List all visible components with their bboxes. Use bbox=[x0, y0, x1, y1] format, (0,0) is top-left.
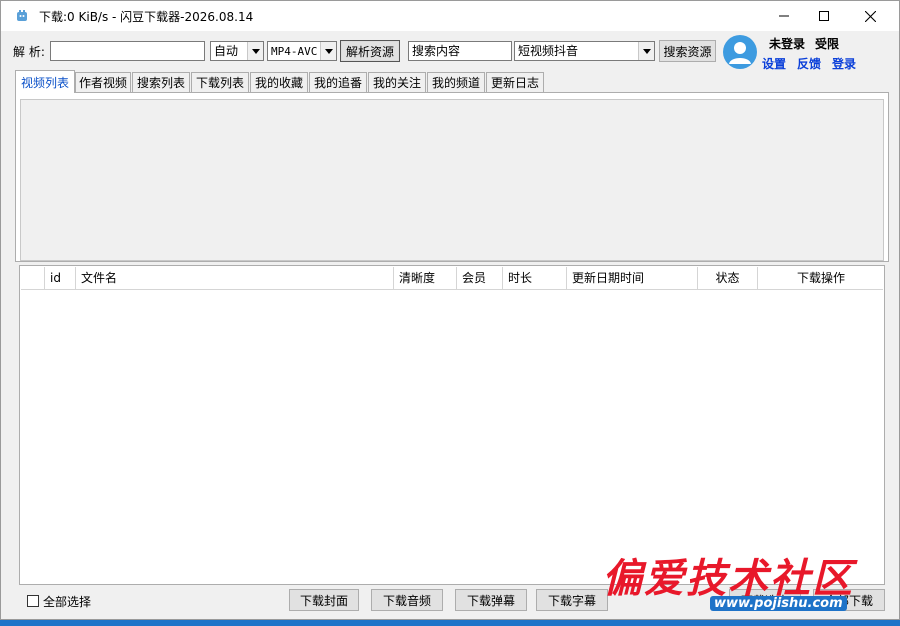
tab-author-videos[interactable]: 作者视频 bbox=[75, 72, 131, 92]
maximize-icon bbox=[819, 11, 829, 21]
app-window: 下载:0 KiB/s - 闪豆下载器-2026.08.14 解 析: 自动 MP… bbox=[0, 0, 900, 620]
download-danmaku-button[interactable]: 下载弹幕 bbox=[455, 589, 527, 611]
column-header-vip[interactable]: 会员 bbox=[457, 267, 503, 290]
quality-select[interactable]: 自动 bbox=[210, 41, 264, 61]
user-icon bbox=[729, 42, 751, 64]
tab-changelog[interactable]: 更新日志 bbox=[486, 72, 544, 92]
download-audio-button[interactable]: 下载音频 bbox=[371, 589, 443, 611]
column-header-id[interactable]: id bbox=[45, 267, 76, 290]
download-all-button[interactable]: 全部下载 bbox=[813, 589, 885, 611]
tab-download-list[interactable]: 下载列表 bbox=[191, 72, 249, 92]
url-input[interactable] bbox=[50, 41, 205, 61]
tab-my-channel[interactable]: 我的频道 bbox=[427, 72, 485, 92]
chevron-down-icon bbox=[247, 42, 263, 60]
tab-following[interactable]: 我的关注 bbox=[368, 72, 426, 92]
format-select-value: MP4-AVC bbox=[271, 45, 318, 58]
login-link[interactable]: 登录 bbox=[832, 55, 856, 72]
column-header-select[interactable] bbox=[21, 267, 45, 290]
platform-select-value: 短视频抖音 bbox=[518, 44, 579, 58]
chevron-down-icon bbox=[320, 42, 336, 60]
file-table[interactable]: id 文件名 清晰度 会员 时长 更新日期时间 状态 下载操作 bbox=[19, 265, 885, 585]
select-all-label[interactable]: 全部选择 bbox=[43, 593, 91, 610]
platform-select[interactable]: 短视频抖音 bbox=[514, 41, 655, 61]
download-cover-button[interactable]: 下载封面 bbox=[289, 589, 359, 611]
column-header-duration[interactable]: 时长 bbox=[503, 267, 567, 290]
format-select[interactable]: MP4-AVC bbox=[267, 41, 337, 61]
title-bar[interactable]: 下载:0 KiB/s - 闪豆下载器-2026.08.14 bbox=[1, 1, 899, 31]
column-header-status[interactable]: 状态 bbox=[698, 267, 758, 290]
quality-select-value: 自动 bbox=[214, 44, 239, 58]
chevron-down-icon bbox=[638, 42, 654, 60]
tab-video-list[interactable]: 视频列表 bbox=[15, 70, 75, 93]
select-all-checkbox[interactable] bbox=[27, 595, 39, 607]
close-button[interactable] bbox=[847, 1, 893, 31]
tab-following-series[interactable]: 我的追番 bbox=[309, 72, 367, 92]
parse-label: 解 析: bbox=[13, 45, 45, 59]
column-header-download-action[interactable]: 下载操作 bbox=[758, 267, 884, 290]
maximize-button[interactable] bbox=[801, 1, 847, 31]
close-icon bbox=[864, 10, 876, 22]
column-header-quality[interactable]: 清晰度 bbox=[394, 267, 457, 290]
app-logo-icon bbox=[17, 10, 27, 21]
minimize-icon bbox=[779, 15, 789, 17]
feedback-link[interactable]: 反馈 bbox=[797, 55, 821, 72]
settings-link[interactable]: 设置 bbox=[762, 55, 786, 72]
tab-favorites[interactable]: 我的收藏 bbox=[250, 72, 308, 92]
login-status: 未登录 bbox=[769, 37, 806, 51]
avatar[interactable] bbox=[723, 35, 757, 69]
tab-search-list[interactable]: 搜索列表 bbox=[132, 72, 190, 92]
parse-resource-button[interactable]: 解析资源 bbox=[340, 40, 400, 62]
download-selected-button[interactable]: 下载选中 bbox=[729, 589, 801, 611]
search-input[interactable]: 搜索内容 bbox=[408, 41, 512, 61]
tab-panel bbox=[15, 92, 889, 262]
table-header: id 文件名 清晰度 会员 时长 更新日期时间 状态 下载操作 bbox=[21, 267, 883, 290]
video-preview-area bbox=[20, 99, 884, 261]
download-subtitle-button[interactable]: 下载字幕 bbox=[536, 589, 608, 611]
column-header-filename[interactable]: 文件名 bbox=[76, 267, 394, 290]
search-resource-button[interactable]: 搜索资源 bbox=[659, 40, 716, 62]
account-limit-status: 受限 bbox=[815, 37, 840, 51]
window-title: 下载:0 KiB/s - 闪豆下载器-2026.08.14 bbox=[39, 10, 254, 24]
column-header-updated-at[interactable]: 更新日期时间 bbox=[567, 267, 698, 290]
